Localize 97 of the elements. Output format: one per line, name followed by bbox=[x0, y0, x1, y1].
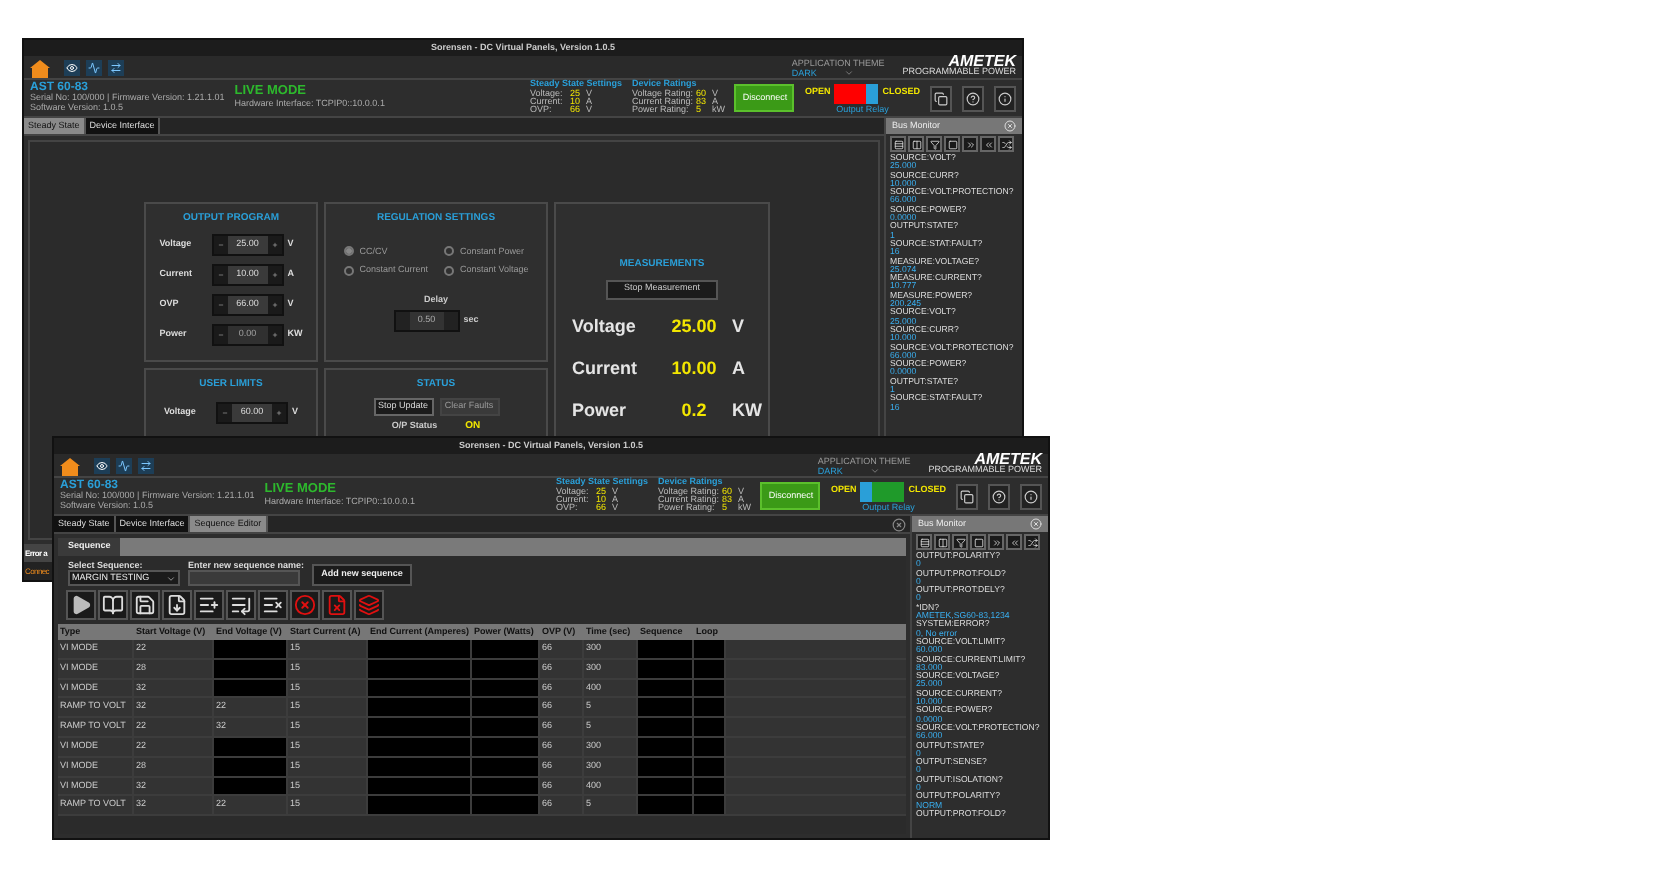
list-insert-icon bbox=[230, 594, 252, 616]
reading-value: 0.2 bbox=[679, 397, 709, 424]
pulse-icon bbox=[88, 61, 100, 73]
list-remove-icon bbox=[262, 594, 284, 616]
caret-icon bbox=[870, 465, 881, 475]
reading-unit: KW bbox=[732, 397, 762, 424]
help-icon bbox=[992, 489, 1006, 503]
relay-switch[interactable] bbox=[860, 481, 905, 501]
sequence-name-field[interactable] bbox=[188, 570, 300, 586]
info-icon bbox=[1024, 489, 1038, 503]
monitor-tool-button[interactable] bbox=[998, 136, 1014, 152]
transfer-button[interactable] bbox=[108, 59, 124, 75]
book-icon bbox=[102, 594, 124, 616]
monitor-tool-button[interactable] bbox=[944, 136, 960, 152]
monitor-tool-button[interactable] bbox=[1006, 534, 1022, 550]
help-button[interactable] bbox=[988, 483, 1010, 509]
plus-icon bbox=[271, 301, 278, 307]
tool-button[interactable] bbox=[258, 590, 288, 620]
monitor-button[interactable] bbox=[116, 457, 132, 473]
monitor-tool-button[interactable] bbox=[926, 136, 942, 152]
monitor-tool-button[interactable] bbox=[916, 534, 932, 550]
close-icon[interactable] bbox=[892, 518, 906, 532]
caret-icon bbox=[166, 573, 176, 583]
monitor-tool-button[interactable] bbox=[988, 534, 1004, 550]
monitor-tool-button[interactable] bbox=[1024, 534, 1040, 550]
caret-icon bbox=[844, 67, 855, 77]
tool-button[interactable] bbox=[162, 590, 192, 620]
minus-icon bbox=[217, 301, 224, 307]
reading-label: Power bbox=[572, 397, 629, 424]
monitor-tool-button[interactable] bbox=[952, 534, 968, 550]
list-add-icon bbox=[198, 594, 220, 616]
filter-icon bbox=[929, 139, 939, 149]
transfer-button[interactable] bbox=[138, 457, 154, 473]
tool-button[interactable] bbox=[194, 590, 224, 620]
eye-icon bbox=[66, 61, 78, 73]
reading-unit: V bbox=[732, 313, 745, 340]
minus-icon bbox=[217, 271, 224, 277]
monitor-button[interactable] bbox=[86, 59, 102, 75]
shuffle-icon bbox=[1001, 139, 1011, 149]
copy-button[interactable] bbox=[956, 483, 978, 509]
square-icon bbox=[973, 537, 983, 547]
rows-icon bbox=[893, 139, 903, 149]
reading-unit: A bbox=[732, 355, 745, 382]
info-icon bbox=[998, 91, 1012, 105]
columns-icon bbox=[937, 537, 947, 547]
layers-icon bbox=[358, 594, 380, 616]
plus-icon bbox=[271, 241, 278, 247]
forward-icon bbox=[965, 139, 975, 149]
copy-icon bbox=[960, 489, 974, 503]
relay-switch[interactable] bbox=[834, 83, 879, 103]
monitor-tool-button[interactable] bbox=[970, 534, 986, 550]
plus-icon bbox=[275, 409, 282, 415]
reading-label: Voltage bbox=[572, 313, 638, 340]
house-icon[interactable] bbox=[30, 57, 50, 77]
file-download-icon bbox=[166, 594, 188, 616]
tool-button[interactable] bbox=[226, 590, 256, 620]
save-icon bbox=[134, 594, 156, 616]
shuffle-icon bbox=[1027, 537, 1037, 547]
view-button[interactable] bbox=[94, 457, 110, 473]
monitor-tool-button[interactable] bbox=[934, 534, 950, 550]
monitor-tool-button[interactable] bbox=[962, 136, 978, 152]
reading-value: 25.00 bbox=[669, 313, 719, 340]
help-button[interactable] bbox=[962, 85, 984, 111]
copy-button[interactable] bbox=[930, 85, 952, 111]
house-icon[interactable] bbox=[60, 455, 80, 475]
play-icon bbox=[70, 594, 92, 616]
back-icon bbox=[1009, 537, 1019, 547]
rows-icon bbox=[919, 537, 929, 547]
tool-button[interactable] bbox=[98, 590, 128, 620]
monitor-tool-button[interactable] bbox=[890, 136, 906, 152]
monitor-tool-button[interactable] bbox=[980, 136, 996, 152]
eye-icon bbox=[96, 459, 108, 471]
help-icon bbox=[966, 91, 980, 105]
back-icon bbox=[983, 139, 993, 149]
view-button[interactable] bbox=[64, 59, 80, 75]
reading-label: Current bbox=[572, 355, 640, 382]
plus-icon bbox=[271, 331, 278, 337]
info-button[interactable] bbox=[1020, 483, 1042, 509]
arrows-icon bbox=[140, 459, 152, 471]
columns-icon bbox=[911, 139, 921, 149]
monitor-tool-button[interactable] bbox=[908, 136, 924, 152]
pulse-icon bbox=[118, 459, 130, 471]
minus-icon bbox=[217, 331, 224, 337]
reading-value: 10.00 bbox=[669, 355, 719, 382]
tool-button[interactable] bbox=[66, 590, 96, 620]
filter-icon bbox=[955, 537, 965, 547]
square-icon bbox=[947, 139, 957, 149]
info-button[interactable] bbox=[994, 85, 1016, 111]
forward-icon bbox=[991, 537, 1001, 547]
plus-icon bbox=[271, 271, 278, 277]
arrows-icon bbox=[110, 61, 122, 73]
file-delete-icon bbox=[326, 594, 348, 616]
minus-icon bbox=[221, 409, 228, 415]
minus-icon bbox=[217, 241, 224, 247]
tool-button[interactable] bbox=[130, 590, 160, 620]
delete-icon bbox=[294, 594, 316, 616]
copy-icon bbox=[934, 91, 948, 105]
